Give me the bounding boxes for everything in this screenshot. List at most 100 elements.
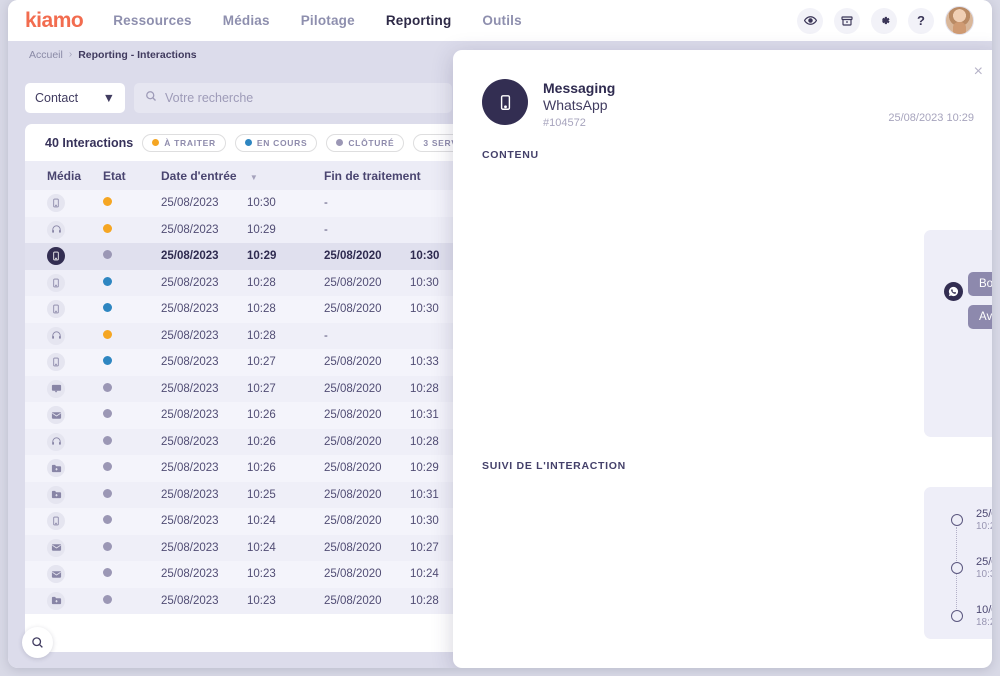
nav-link-pilotage[interactable]: Pilotage	[301, 13, 355, 28]
timeline-time: 10:29	[976, 521, 992, 532]
end-date: -	[324, 197, 328, 210]
entry-date: 25/08/2023	[161, 223, 219, 236]
entry-date: 25/08/2023	[161, 250, 219, 263]
cell-media	[25, 588, 103, 615]
cell-status	[103, 190, 161, 217]
end-date: -	[324, 329, 328, 342]
contact-filter-select[interactable]: Contact ▼	[25, 83, 125, 113]
modal-titles: Messaging WhatsApp #104572	[543, 79, 615, 129]
filter-row: Contact ▼	[25, 83, 452, 113]
folder-icon	[47, 459, 65, 478]
help-icon[interactable]: ?	[908, 7, 934, 34]
nav-link-ressources[interactable]: Ressources	[113, 13, 192, 28]
status-dot	[103, 250, 112, 260]
cell-media	[25, 323, 103, 350]
nav-link-reporting[interactable]: Reporting	[386, 13, 452, 28]
cell-status	[103, 296, 161, 323]
status-dot	[103, 488, 112, 498]
column-header-media[interactable]: Média	[25, 161, 103, 190]
gear-icon[interactable]	[871, 7, 897, 34]
app-logo[interactable]: kiamo	[25, 9, 84, 33]
timeline-time: 10:30	[976, 569, 992, 580]
timeline-date: 25/08/2023	[976, 508, 992, 520]
timeline-section-title: SUIVI DE L'INTERACTION	[482, 460, 626, 472]
entry-date: 25/08/2023	[161, 356, 219, 369]
archive-icon[interactable]	[834, 7, 860, 34]
cell-status	[103, 455, 161, 482]
timeline-entry[interactable]: 25/08/202310:29WhatsApp Messaging-NOUVEL…	[924, 496, 992, 544]
search-box[interactable]	[134, 83, 452, 113]
cell-media	[25, 243, 103, 270]
column-header-etat[interactable]: Etat	[103, 161, 161, 190]
end-time: 10:30	[410, 276, 439, 289]
status-dot	[103, 382, 112, 392]
entry-time: 10:26	[247, 462, 276, 475]
entry-date: 25/08/2023	[161, 515, 219, 528]
entry-time: 10:23	[247, 594, 276, 607]
cell-status	[103, 588, 161, 615]
filter-pill[interactable]: EN COURS	[234, 133, 318, 152]
cell-status	[103, 349, 161, 376]
end-time: 10:31	[410, 488, 439, 501]
search-input[interactable]	[165, 91, 441, 105]
eye-icon[interactable]	[797, 7, 823, 34]
whatsapp-icon	[944, 282, 963, 301]
cell-entry-date: 25/08/2023 10:25	[161, 482, 324, 509]
breadcrumb-separator: ›	[68, 49, 73, 60]
breadcrumb-home[interactable]: Accueil	[29, 49, 63, 61]
timeline-entry[interactable]: 25/08/202310:30WhatsApp MessagingElodie …	[924, 544, 992, 592]
nav-link-mdias[interactable]: Médias	[223, 13, 270, 28]
filter-pill[interactable]: CLÔTURÉ	[326, 133, 405, 152]
mail-icon	[47, 538, 65, 557]
timeline-date: 10/02/2021	[976, 604, 992, 616]
timeline-entry[interactable]: 10/02/202118:28Instagram MessagingElodie…	[924, 592, 992, 640]
cell-entry-date: 25/08/2023 10:26	[161, 429, 324, 456]
user-avatar[interactable]	[945, 6, 974, 35]
end-date: 25/08/2020	[324, 303, 382, 316]
cell-status	[103, 429, 161, 456]
status-dot	[103, 409, 112, 419]
entry-date: 25/08/2023	[161, 462, 219, 475]
column-header-date[interactable]: Date d'entrée ▼	[161, 161, 324, 190]
cell-entry-date: 25/08/2023 10:23	[161, 561, 324, 588]
end-date: 25/08/2020	[324, 409, 382, 422]
end-time: 10:27	[410, 541, 439, 554]
timeline-marker-icon	[951, 610, 963, 622]
mobile-icon	[47, 353, 65, 372]
interaction-timeline: 25/08/202310:29WhatsApp Messaging-NOUVEL…	[924, 487, 992, 639]
mail-icon	[47, 565, 65, 584]
headset-icon	[47, 326, 65, 345]
mail-icon	[47, 406, 65, 425]
timeline-marker-icon	[951, 562, 963, 574]
end-date: 25/08/2020	[324, 515, 382, 528]
end-date: 25/08/2020	[324, 382, 382, 395]
interaction-detail-modal: × Messaging WhatsApp #104572 25/08/2023 …	[453, 50, 992, 668]
app-root: kiamo Ressources Médias Pilotage Reporting O…	[0, 0, 1000, 676]
entry-date: 25/08/2023	[161, 568, 219, 581]
end-time: 10:28	[410, 382, 439, 395]
nav-link-outils[interactable]: Outils	[482, 13, 521, 28]
entry-time: 10:25	[247, 488, 276, 501]
filter-pill[interactable]: À TRAITER	[142, 133, 226, 152]
mobile-icon	[47, 273, 65, 292]
end-date: 25/08/2020	[324, 594, 382, 607]
end-time: 10:30	[410, 515, 439, 528]
cell-entry-date: 25/08/2023 10:29	[161, 243, 324, 270]
interactions-count: 40 Interactions	[45, 135, 134, 150]
mobile-icon	[47, 300, 65, 319]
cell-media	[25, 429, 103, 456]
chat-message-incoming: Avez-vous bien reçu les documents que vo…	[968, 305, 992, 329]
cell-media	[25, 217, 103, 244]
mobile-icon	[47, 247, 65, 266]
cell-media	[25, 455, 103, 482]
cell-entry-date: 25/08/2023 10:28	[161, 270, 324, 297]
close-icon[interactable]: ×	[974, 64, 983, 80]
status-dot	[103, 329, 112, 339]
cell-entry-date: 25/08/2023 10:30	[161, 190, 324, 217]
status-dot	[103, 568, 112, 578]
end-date: 25/08/2020	[324, 568, 382, 581]
breadcrumb-current: Reporting - Interactions	[78, 48, 197, 61]
floating-search-button[interactable]	[22, 627, 53, 658]
sort-descending-icon[interactable]: ▼	[250, 173, 258, 182]
end-time: 10:28	[410, 435, 439, 448]
